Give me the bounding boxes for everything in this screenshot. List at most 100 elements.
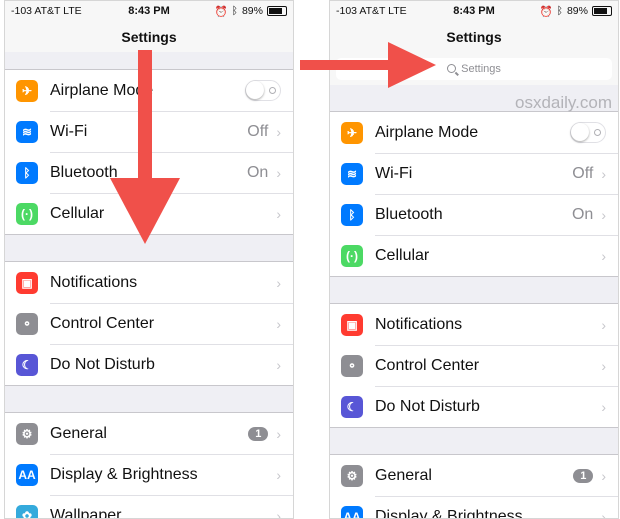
cellular-icon: (·) <box>16 202 38 225</box>
chevron-right-icon: › <box>601 166 606 182</box>
chevron-right-icon: › <box>601 316 606 333</box>
row-wallpaper[interactable]: ✿ Wallpaper › <box>5 495 293 519</box>
display-icon: AA <box>341 505 363 518</box>
chevron-right-icon: › <box>601 399 606 415</box>
battery-icon <box>591 6 612 16</box>
row-notifications[interactable]: ▣ Notifications › <box>5 262 293 303</box>
row-label: Wallpaper <box>50 507 122 519</box>
search-placeholder: Settings <box>461 62 501 75</box>
row-label: General <box>375 466 432 484</box>
row-general[interactable]: ⚙ General 1 › <box>330 455 618 496</box>
settings-group-connectivity: ✈ Airplane Mode ≋ Wi-Fi Off › ᛒ Bluetooth… <box>330 111 618 277</box>
battery-percent: 89% <box>566 5 588 17</box>
settings-group-general: ⚙ General 1 › AA Display & Brightness › <box>330 454 618 519</box>
chevron-right-icon: › <box>601 248 606 264</box>
gear-icon: ⚙ <box>16 422 38 445</box>
row-value: On <box>246 164 269 181</box>
chevron-right-icon: › <box>276 316 281 332</box>
settings-group-notifications: ▣ Notifications › ⚬ Control Center › ☾ D… <box>5 261 293 386</box>
bluetooth-status-icon: ᛒ <box>231 5 238 17</box>
wifi-icon: ≋ <box>341 162 363 185</box>
display-icon: AA <box>16 463 38 486</box>
chevron-right-icon: › <box>276 508 281 519</box>
airplane-mode-toggle[interactable] <box>245 80 281 101</box>
watermark: osxdaily.com <box>515 93 612 112</box>
row-airplane-mode[interactable]: ✈ Airplane Mode <box>330 112 618 153</box>
alarm-icon: ⏰ <box>214 5 228 18</box>
airplane-icon: ✈ <box>341 121 363 144</box>
search-icon <box>447 64 457 73</box>
update-badge: 1 <box>573 468 594 483</box>
row-label: Notifications <box>375 315 463 333</box>
bluetooth-icon: ᛒ <box>16 161 38 184</box>
chevron-right-icon: › <box>276 165 281 181</box>
wallpaper-icon: ✿ <box>16 504 38 518</box>
row-label: Wi-Fi <box>375 165 413 182</box>
chevron-right-icon: › <box>276 206 281 222</box>
status-time: 8:43 PM <box>128 5 170 17</box>
row-value: Off <box>247 123 269 140</box>
battery-percent: 89% <box>241 5 263 17</box>
moon-icon: ☾ <box>341 395 363 418</box>
network-label: LTE <box>388 5 407 17</box>
update-badge: 1 <box>248 426 269 441</box>
gear-icon: ⚙ <box>341 464 363 487</box>
cellular-icon: (·) <box>341 244 363 267</box>
moon-icon: ☾ <box>16 353 38 376</box>
alarm-icon: ⏰ <box>539 5 553 18</box>
chevron-right-icon: › <box>276 274 281 291</box>
nav-title: Settings <box>5 21 293 52</box>
swipe-down-arrow <box>110 50 180 244</box>
chevron-right-icon: › <box>276 124 281 140</box>
row-label: General <box>50 424 107 442</box>
row-wifi[interactable]: ≋ Wi-Fi Off › <box>330 153 618 194</box>
airplane-icon: ✈ <box>16 79 38 102</box>
control-center-icon: ⚬ <box>16 312 38 335</box>
wifi-icon: ≋ <box>16 120 38 143</box>
network-label: LTE <box>63 5 82 17</box>
row-label: Display & Brightness <box>50 466 198 483</box>
status-time: 8:43 PM <box>453 5 495 17</box>
row-label: Airplane Mode <box>375 123 479 141</box>
settings-group-notifications: ▣ Notifications › ⚬ Control Center › ☾ D… <box>330 303 618 428</box>
chevron-right-icon: › <box>601 358 606 374</box>
bluetooth-status-icon: ᛒ <box>556 5 563 17</box>
row-value: Off <box>572 165 594 182</box>
row-cellular[interactable]: (·) Cellular › <box>330 235 618 276</box>
battery-icon <box>266 6 287 16</box>
row-bluetooth[interactable]: ᛒ Bluetooth On › <box>330 194 618 235</box>
chevron-right-icon: › <box>601 467 606 484</box>
row-label: Control Center <box>50 315 155 332</box>
row-label: Do Not Disturb <box>50 356 155 373</box>
row-label: Cellular <box>50 205 105 222</box>
airplane-mode-toggle[interactable] <box>570 122 606 143</box>
notifications-icon: ▣ <box>16 271 38 294</box>
row-label: Notifications <box>50 273 138 291</box>
bluetooth-icon: ᛒ <box>341 203 363 226</box>
pointer-right-arrow <box>300 42 436 88</box>
row-label: Bluetooth <box>375 206 443 223</box>
row-label: Cellular <box>375 247 430 264</box>
carrier-label: -103 AT&T <box>336 5 386 17</box>
row-display-brightness[interactable]: AA Display & Brightness › <box>330 496 618 519</box>
row-control-center[interactable]: ⚬ Control Center › <box>5 303 293 344</box>
row-do-not-disturb[interactable]: ☾ Do Not Disturb › <box>5 344 293 385</box>
row-label: Control Center <box>375 357 480 374</box>
settings-group-general: ⚙ General 1 › AA Display & Brightness › ✿… <box>5 412 293 519</box>
row-do-not-disturb[interactable]: ☾ Do Not Disturb › <box>330 386 618 427</box>
row-label: Display & Brightness <box>375 508 523 519</box>
status-bar: -103 AT&T LTE 8:43 PM ⏰ ᛒ 89% <box>330 1 618 21</box>
notifications-icon: ▣ <box>341 313 363 336</box>
row-display-brightness[interactable]: AA Display & Brightness › <box>5 454 293 495</box>
row-notifications[interactable]: ▣ Notifications › <box>330 304 618 345</box>
row-value: On <box>571 206 594 223</box>
carrier-label: -103 AT&T <box>11 5 61 17</box>
row-label: Wi-Fi <box>50 123 88 140</box>
chevron-right-icon: › <box>276 467 281 483</box>
chevron-right-icon: › <box>601 207 606 223</box>
status-bar: -103 AT&T LTE 8:43 PM ⏰ ᛒ 89% <box>5 1 293 21</box>
row-label: Do Not Disturb <box>375 398 480 415</box>
row-control-center[interactable]: ⚬ Control Center › <box>330 345 618 386</box>
row-general[interactable]: ⚙ General 1 › <box>5 413 293 454</box>
chevron-right-icon: › <box>276 425 281 442</box>
